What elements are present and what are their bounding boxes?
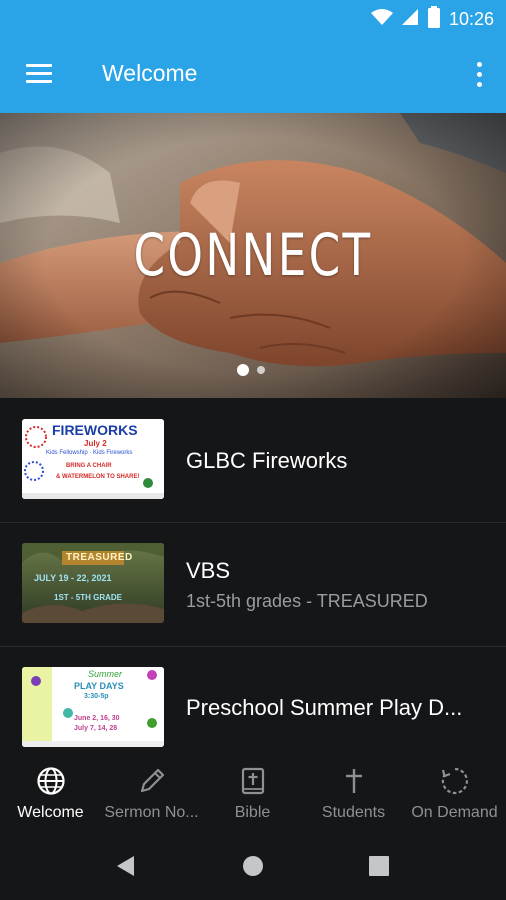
thumb-line: BRING A CHAIR — [66, 463, 112, 469]
tab-label: On Demand — [411, 804, 498, 821]
system-navigation — [0, 830, 506, 900]
hero-carousel[interactable]: CONNECT — [0, 113, 506, 398]
playdays-graphic — [22, 667, 164, 747]
refresh-icon — [440, 766, 470, 801]
item-thumbnail: TREASURED JULY 19 - 22, 2021 1ST - 5TH G… — [22, 543, 164, 623]
thumb-heading: FIREWORKS — [52, 422, 138, 438]
tab-label: Bible — [234, 804, 271, 821]
tab-label: Students — [321, 804, 386, 821]
hamburger-menu-icon[interactable] — [24, 62, 54, 86]
bible-icon — [238, 766, 268, 801]
item-title: Preschool Summer Play D... — [186, 695, 463, 720]
wifi-icon — [370, 8, 393, 31]
item-subtitle: 1st-5th grades - TREASURED — [186, 591, 428, 611]
thumb-heading: Summer — [88, 669, 123, 679]
tab-students[interactable]: Students — [303, 752, 404, 830]
list-item[interactable]: TREASURED JULY 19 - 22, 2021 1ST - 5TH G… — [0, 522, 506, 647]
thumb-line: & WATERMELON TO SHARE! — [56, 474, 140, 480]
status-icons: 10:26 — [370, 6, 494, 33]
tab-label: Welcome — [17, 804, 84, 821]
globe-icon — [36, 766, 66, 801]
item-thumbnail: Summer PLAY DAYS 3:30-5p June 2, 16, 30 … — [22, 667, 164, 747]
tab-sermon-notes[interactable]: Sermon No... — [101, 752, 202, 830]
app-bar: Welcome — [0, 36, 506, 113]
tab-bible[interactable]: Bible — [202, 752, 303, 830]
thumb-line: JULY 19 - 22, 2021 — [34, 573, 112, 583]
thumb-date: July 2 — [84, 439, 107, 448]
status-time: 10:26 — [448, 9, 494, 29]
recents-icon[interactable] — [369, 856, 389, 881]
thumb-heading: TREASURED — [66, 552, 133, 563]
thumb-line: PLAY DAYS — [74, 681, 124, 691]
more-vertical-icon[interactable] — [472, 58, 486, 92]
item-title: GLBC Fireworks — [186, 448, 348, 473]
tab-label: Sermon No... — [104, 804, 199, 821]
thumb-line: June 2, 16, 30 — [74, 715, 120, 722]
tab-on-demand[interactable]: On Demand — [404, 752, 505, 830]
bottom-navigation: Welcome Sermon No... Bible Students On D… — [0, 752, 506, 830]
signal-icon — [401, 8, 419, 31]
thumb-line: Kids Fellowship · Kids Fireworks — [46, 450, 133, 456]
back-icon[interactable] — [114, 854, 138, 883]
tab-welcome[interactable]: Welcome — [0, 752, 101, 830]
pencil-icon — [137, 766, 167, 801]
item-title: VBS — [186, 558, 231, 583]
carousel-indicator — [237, 364, 265, 376]
carousel-dot[interactable] — [257, 366, 265, 374]
battery-icon — [427, 6, 441, 33]
hero-caption: CONNECT — [133, 221, 373, 289]
cross-icon — [339, 766, 369, 801]
thumb-line: 1ST - 5TH GRADE — [54, 593, 123, 602]
status-bar: 10:26 — [0, 0, 506, 36]
home-icon[interactable] — [242, 855, 264, 882]
thumb-line: July 7, 14, 28 — [74, 725, 118, 732]
carousel-dot-active[interactable] — [237, 364, 249, 376]
item-thumbnail: FIREWORKS July 2 Kids Fellowship · Kids … — [22, 419, 164, 499]
page-title: Welcome — [102, 60, 198, 86]
list-item[interactable]: FIREWORKS July 2 Kids Fellowship · Kids … — [0, 398, 506, 523]
thumb-line: 3:30-5p — [84, 693, 109, 700]
